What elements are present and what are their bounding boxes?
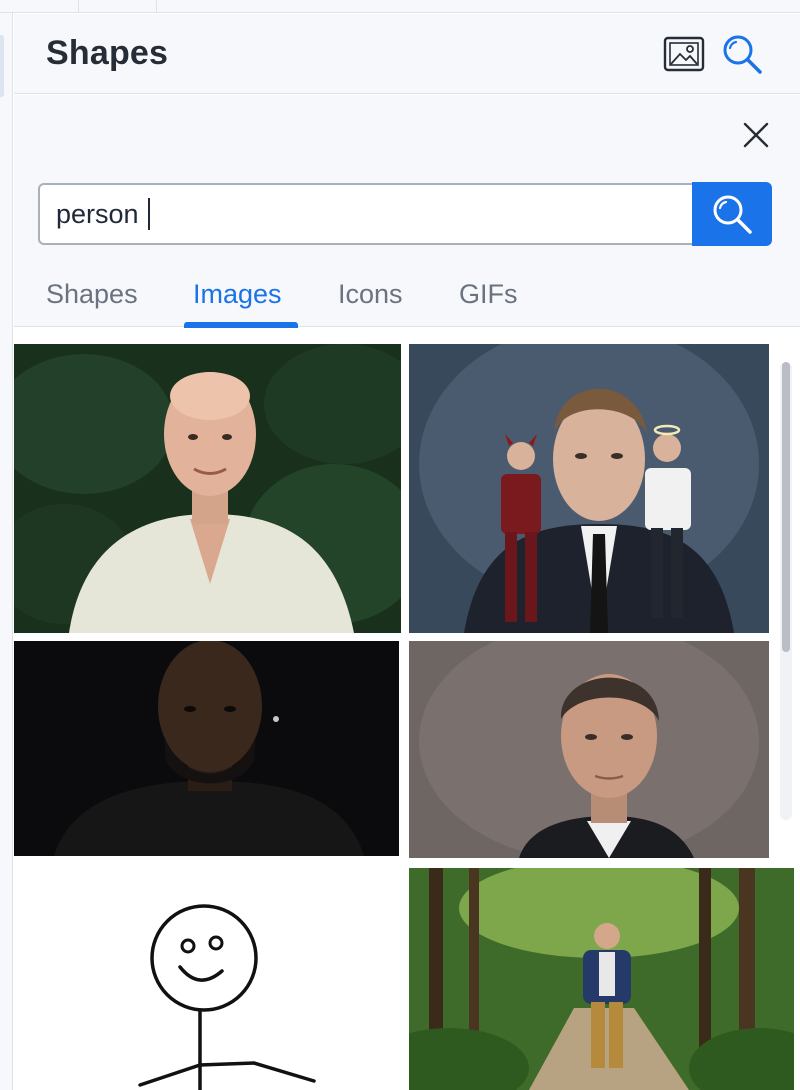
photo-man-grey-suit bbox=[409, 641, 769, 858]
image-result[interactable] bbox=[409, 344, 769, 633]
toolbar-divider bbox=[78, 0, 79, 13]
image-result[interactable] bbox=[409, 868, 794, 1090]
search-input[interactable] bbox=[38, 183, 694, 245]
search-tabs: Shapes Images Icons GIFs bbox=[14, 273, 800, 328]
shapes-panel: Shapes person Shapes Images Icons GIFs bbox=[14, 14, 800, 1090]
photo-bald-man bbox=[14, 344, 401, 633]
image-result[interactable] bbox=[409, 641, 769, 858]
drawing-stick-figure bbox=[14, 863, 401, 1090]
search-area: Shapes Images Icons GIFs bbox=[14, 95, 800, 328]
search-icon bbox=[713, 195, 752, 234]
top-toolbar-strip bbox=[0, 0, 800, 13]
panel-title: Shapes bbox=[46, 34, 169, 72]
search-icon[interactable] bbox=[718, 32, 766, 76]
photo-man-black-tshirt bbox=[14, 641, 399, 856]
tab-icons[interactable]: Icons bbox=[338, 273, 403, 327]
image-icon[interactable] bbox=[660, 32, 708, 76]
tab-shapes[interactable]: Shapes bbox=[46, 273, 138, 327]
image-result[interactable] bbox=[14, 344, 401, 633]
left-rail bbox=[0, 13, 13, 1090]
scrollbar-thumb[interactable] bbox=[782, 362, 790, 652]
image-results-grid[interactable] bbox=[14, 328, 800, 1090]
photo-devil-angel-man bbox=[409, 344, 769, 633]
text-caret bbox=[148, 198, 150, 230]
search-submit-button[interactable] bbox=[692, 182, 772, 246]
image-result[interactable] bbox=[14, 863, 401, 1090]
left-rail-active-indicator bbox=[0, 35, 4, 97]
close-icon[interactable] bbox=[736, 115, 776, 155]
results-scrollbar[interactable] bbox=[780, 362, 792, 820]
toolbar-divider bbox=[156, 0, 157, 13]
photo-man-forest-path bbox=[409, 868, 794, 1090]
tab-gifs[interactable]: GIFs bbox=[459, 273, 518, 327]
panel-header: Shapes bbox=[14, 14, 800, 94]
tab-images[interactable]: Images bbox=[193, 273, 282, 327]
image-result[interactable] bbox=[14, 641, 399, 856]
